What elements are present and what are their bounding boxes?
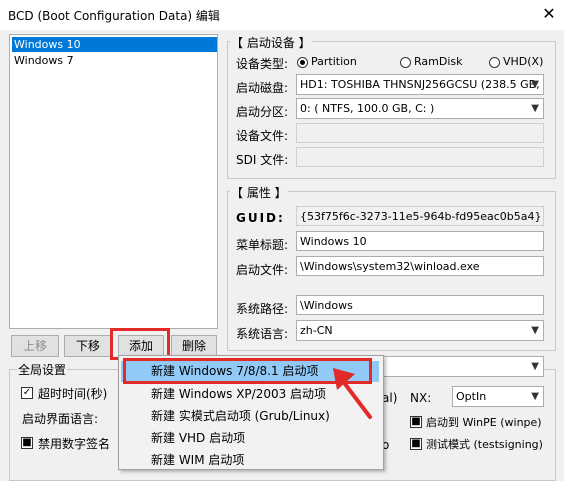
- annotation-arrow: [333, 368, 372, 419]
- device-file-field: [296, 123, 544, 143]
- disable-signature-checkbox[interactable]: ■: [21, 437, 33, 449]
- boot-ui-language-label: 启动界面语言:: [22, 412, 99, 426]
- hidden-select[interactable]: ▼: [373, 356, 544, 377]
- boot-file-label: 启动文件:: [236, 263, 289, 277]
- list-item-windows-10[interactable]: Windows 10: [12, 37, 217, 52]
- ramdisk-radio-label: RamDisk: [414, 55, 463, 68]
- sdi-file-field: [296, 147, 544, 167]
- window-title: BCD (Boot Configuration Data) 编辑: [8, 9, 220, 23]
- boot-file-input[interactable]: \Windows\system32\winload.exe: [296, 256, 544, 276]
- system-path-label: 系统路径:: [236, 302, 289, 316]
- device-type-label: 设备类型:: [236, 57, 289, 71]
- delete-button[interactable]: 删除: [171, 335, 217, 357]
- boot-disk-label: 启动磁盘:: [236, 81, 289, 95]
- nx-value: OptIn: [456, 390, 487, 403]
- sdi-file-label: SDI 文件:: [236, 153, 289, 167]
- ramdisk-radio[interactable]: [400, 57, 411, 68]
- title-bar: BCD (Boot Configuration Data) 编辑 ✕: [0, 0, 564, 30]
- testsigning-checkbox[interactable]: ■: [410, 438, 422, 450]
- system-language-value: zh-CN: [300, 324, 333, 337]
- nx-select[interactable]: OptIn ▼: [452, 386, 544, 407]
- chevron-down-icon: ▼: [531, 103, 539, 114]
- system-language-label: 系统语言:: [236, 327, 289, 341]
- boot-entry-list[interactable]: Windows 10 Windows 7: [9, 34, 218, 329]
- chevron-down-icon: ▼: [531, 361, 539, 372]
- winpe-label: 启动到 WinPE (winpe): [426, 416, 542, 429]
- close-icon[interactable]: ✕: [536, 2, 562, 26]
- boot-disk-select[interactable]: HD1: TOSHIBA THNSNJ256GCSU (238.5 GB, C:…: [296, 74, 544, 95]
- disable-signature-label: 禁用数字签名: [38, 437, 111, 451]
- properties-group-title: 【 属性 】: [230, 184, 288, 201]
- boot-partition-label: 启动分区:: [236, 105, 289, 119]
- system-path-input[interactable]: \Windows: [296, 295, 544, 315]
- system-language-select[interactable]: zh-CN ▼: [296, 320, 544, 341]
- timeout-label: 超时时间(秒): [38, 387, 108, 401]
- boot-device-group-title: 【 启动设备 】: [230, 34, 312, 51]
- winpe-checkbox[interactable]: ■: [410, 416, 422, 428]
- chevron-down-icon: ▼: [531, 325, 539, 336]
- menu-title-label: 菜单标题:: [236, 238, 289, 252]
- chevron-down-icon: ▼: [531, 79, 539, 90]
- global-settings-title: 全局设置: [17, 361, 68, 378]
- timeout-checkbox[interactable]: ✓: [21, 387, 33, 399]
- move-up-button[interactable]: 上移: [11, 335, 59, 357]
- boot-partition-select[interactable]: 0: ( NTFS, 100.0 GB, C: ) ▼: [296, 98, 544, 119]
- nx-label: NX:: [410, 391, 432, 405]
- partition-radio[interactable]: [297, 57, 308, 68]
- device-file-label: 设备文件:: [236, 129, 289, 143]
- testsigning-label: 测试模式 (testsigning): [426, 438, 543, 451]
- menu-title-input[interactable]: Windows 10: [296, 231, 544, 251]
- boot-partition-value: 0: ( NTFS, 100.0 GB, C: ): [300, 102, 435, 115]
- list-item-windows-7[interactable]: Windows 7: [12, 53, 217, 68]
- guid-label: GUID:: [236, 211, 285, 225]
- vhd-radio[interactable]: [489, 57, 500, 68]
- boot-disk-value: HD1: TOSHIBA THNSNJ256GCSU (238.5 GB, C:: [300, 78, 544, 91]
- guid-field: {53f75f6c-3273-11e5-964b-fd95eac0b5a4}: [296, 206, 544, 226]
- chevron-down-icon: ▼: [531, 391, 539, 402]
- vhd-radio-label: VHD(X): [503, 55, 544, 68]
- move-down-button[interactable]: 下移: [64, 335, 112, 357]
- arrow-head: [333, 368, 355, 390]
- partition-radio-label: Partition: [311, 55, 357, 68]
